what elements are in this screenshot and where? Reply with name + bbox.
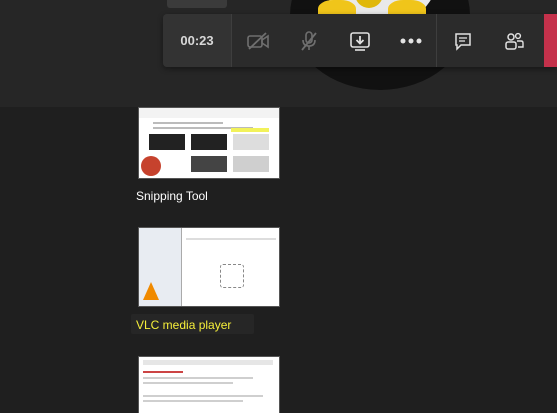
thumbnail-toolbar: [143, 360, 273, 365]
participants-icon: [504, 32, 524, 50]
thumbnail-preview: [233, 156, 269, 172]
chat-icon: [454, 32, 471, 51]
window-thumbnail-snipping[interactable]: [138, 107, 280, 179]
more-icon: [400, 38, 421, 43]
thumbnail-line: [143, 377, 253, 379]
participants-button[interactable]: [488, 14, 539, 67]
thumbnail-preview: [149, 134, 185, 150]
thumbnail-playlist: [182, 228, 279, 306]
thumbnail-line: [143, 400, 243, 402]
share-tray-icon: [349, 31, 370, 51]
thumbnail-line: [143, 371, 183, 373]
thumbnail-line: [186, 238, 276, 240]
camera-toggle-button[interactable]: [232, 14, 283, 67]
camera-off-icon: [246, 31, 269, 50]
thumbnail-line: [153, 122, 223, 124]
window-thumbnail-document[interactable]: [138, 356, 280, 413]
thumbnail-line: [143, 382, 233, 384]
share-button[interactable]: [334, 14, 385, 67]
window-label-snipping: Snipping Tool: [136, 189, 208, 203]
thumbnail-sidebar: [139, 228, 182, 306]
thumbnail-highlight: [231, 128, 269, 132]
meeting-control-bar: 00:23: [163, 14, 557, 67]
window-label-vlc: VLC media player: [136, 318, 232, 332]
timer-tab: [167, 0, 227, 8]
thumbnail-line: [143, 395, 263, 397]
leave-button[interactable]: [544, 14, 557, 67]
meeting-timer: 00:23: [163, 14, 232, 67]
drop-zone-icon: [220, 264, 244, 288]
thumbnail-preview: [191, 156, 227, 172]
mic-toggle-button[interactable]: [283, 14, 334, 67]
thumbnail-app-icon: [141, 156, 161, 176]
thumbnail-titlebar: [139, 108, 279, 118]
thumbnail-preview: [191, 134, 227, 150]
chat-button[interactable]: [437, 14, 488, 67]
window-thumbnail-vlc[interactable]: [138, 227, 280, 307]
vlc-cone-icon: [143, 282, 159, 300]
more-actions-button[interactable]: [385, 14, 436, 67]
mic-off-icon: [300, 30, 317, 51]
thumbnail-preview: [233, 134, 269, 150]
